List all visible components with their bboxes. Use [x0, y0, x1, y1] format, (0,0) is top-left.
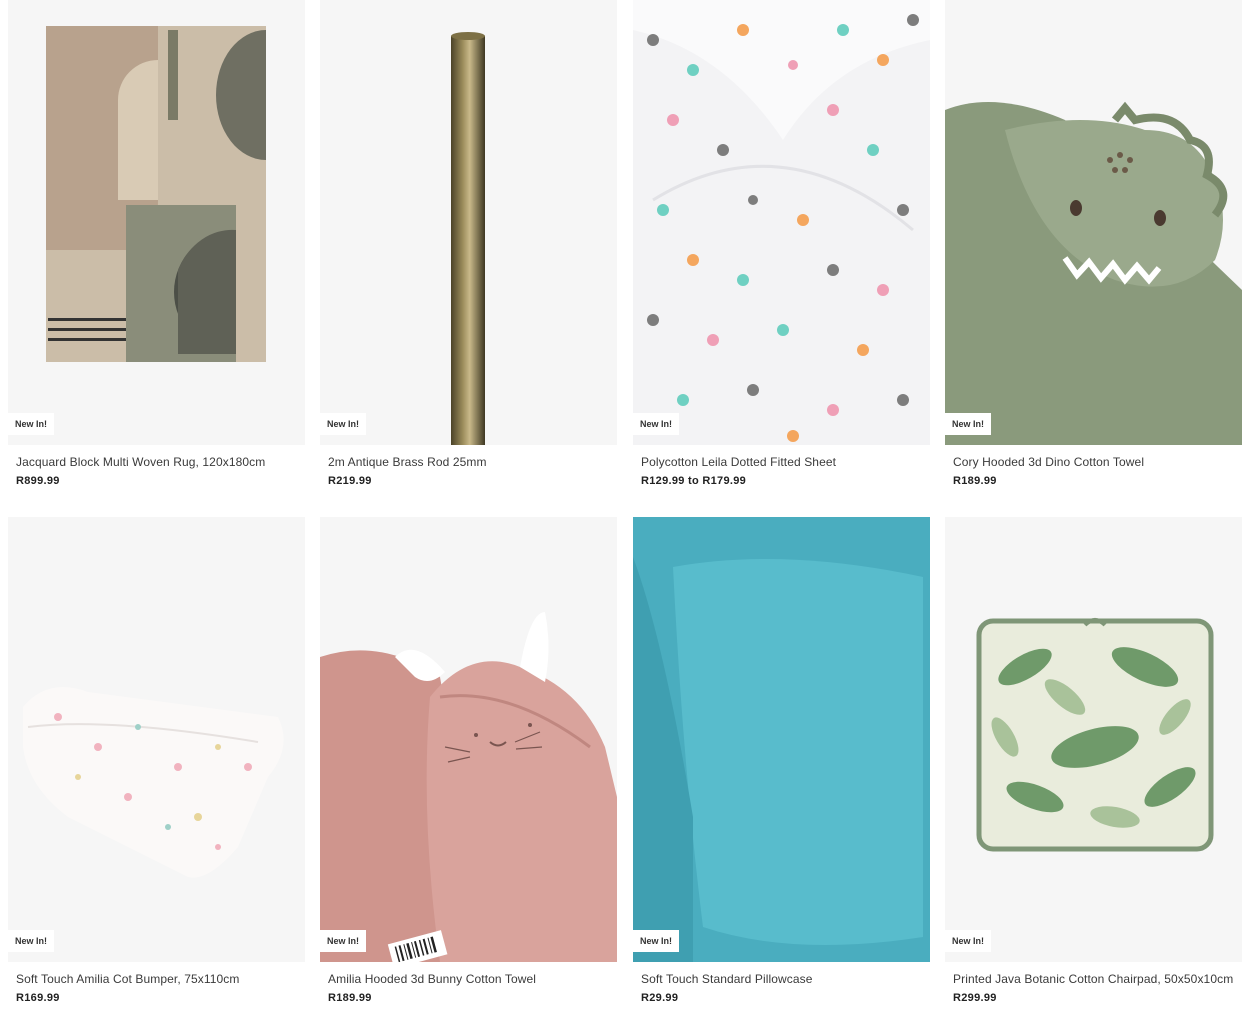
bunny-towel-image [320, 517, 617, 962]
product-name[interactable]: 2m Antique Brass Rod 25mm [328, 455, 617, 469]
product-price: R899.99 [16, 475, 60, 487]
product-price: R189.99 [953, 475, 997, 487]
product-card[interactable]: New In! Polycotton Leila Dotted Fitted S… [633, 0, 930, 487]
cot-bumper-image [8, 517, 305, 962]
chairpad-image [945, 517, 1242, 962]
product-name[interactable]: Amilia Hooded 3d Bunny Cotton Towel [328, 972, 617, 986]
dino-towel-image [945, 0, 1242, 445]
new-in-badge: New In! [320, 413, 367, 435]
pillowcase-image [633, 517, 930, 962]
product-price: R129.99 to R179.99 [641, 475, 747, 487]
product-name[interactable]: Jacquard Block Multi Woven Rug, 120x180c… [16, 455, 305, 469]
new-in-badge: New In! [8, 413, 55, 435]
new-in-badge: New In! [633, 930, 680, 952]
new-in-badge: New In! [945, 413, 992, 435]
product-image[interactable]: New In! [320, 517, 617, 962]
product-image[interactable]: New In! [945, 517, 1242, 962]
product-price: R219.99 [328, 475, 372, 487]
product-image[interactable]: New In! [8, 0, 305, 445]
product-card[interactable]: New In! Amilia Hooded 3d Bunny Cotton To… [320, 517, 617, 1004]
product-price: R29.99 [641, 992, 679, 1004]
product-card[interactable]: New In! Printed Java Botanic Cotton Chai… [945, 517, 1242, 1004]
product-image[interactable]: New In! [633, 0, 930, 445]
product-image[interactable]: New In! [320, 0, 617, 445]
new-in-badge: New In! [320, 930, 367, 952]
product-image[interactable]: New In! [945, 0, 1242, 445]
product-price: R189.99 [328, 992, 372, 1004]
product-name[interactable]: Soft Touch Standard Pillowcase [641, 972, 930, 986]
product-card[interactable]: New In! Jacquard Block Multi Woven Rug, … [8, 0, 305, 487]
curtain-rod-image [320, 0, 617, 445]
new-in-badge: New In! [945, 930, 992, 952]
product-card[interactable]: New In! Soft Touch Amilia Cot Bumper, 75… [8, 517, 305, 1004]
product-card[interactable]: New In! Soft Touch Standard Pillowcase R… [633, 517, 930, 1004]
product-image[interactable]: New In! [8, 517, 305, 962]
new-in-badge: New In! [8, 930, 55, 952]
product-image[interactable]: New In! [633, 517, 930, 962]
product-name[interactable]: Soft Touch Amilia Cot Bumper, 75x110cm [16, 972, 305, 986]
product-card[interactable]: New In! Cory Hooded 3d Dino Cotton Towel… [945, 0, 1242, 487]
product-price: R169.99 [16, 992, 60, 1004]
product-name[interactable]: Printed Java Botanic Cotton Chairpad, 50… [953, 972, 1242, 986]
dotted-sheet-image [633, 0, 930, 445]
product-name[interactable]: Cory Hooded 3d Dino Cotton Towel [953, 455, 1242, 469]
product-name[interactable]: Polycotton Leila Dotted Fitted Sheet [641, 455, 930, 469]
product-price: R299.99 [953, 992, 997, 1004]
rug-image [8, 0, 305, 445]
new-in-badge: New In! [633, 413, 680, 435]
product-card[interactable]: New In! 2m Antique Brass Rod 25mm R219.9… [320, 0, 617, 487]
